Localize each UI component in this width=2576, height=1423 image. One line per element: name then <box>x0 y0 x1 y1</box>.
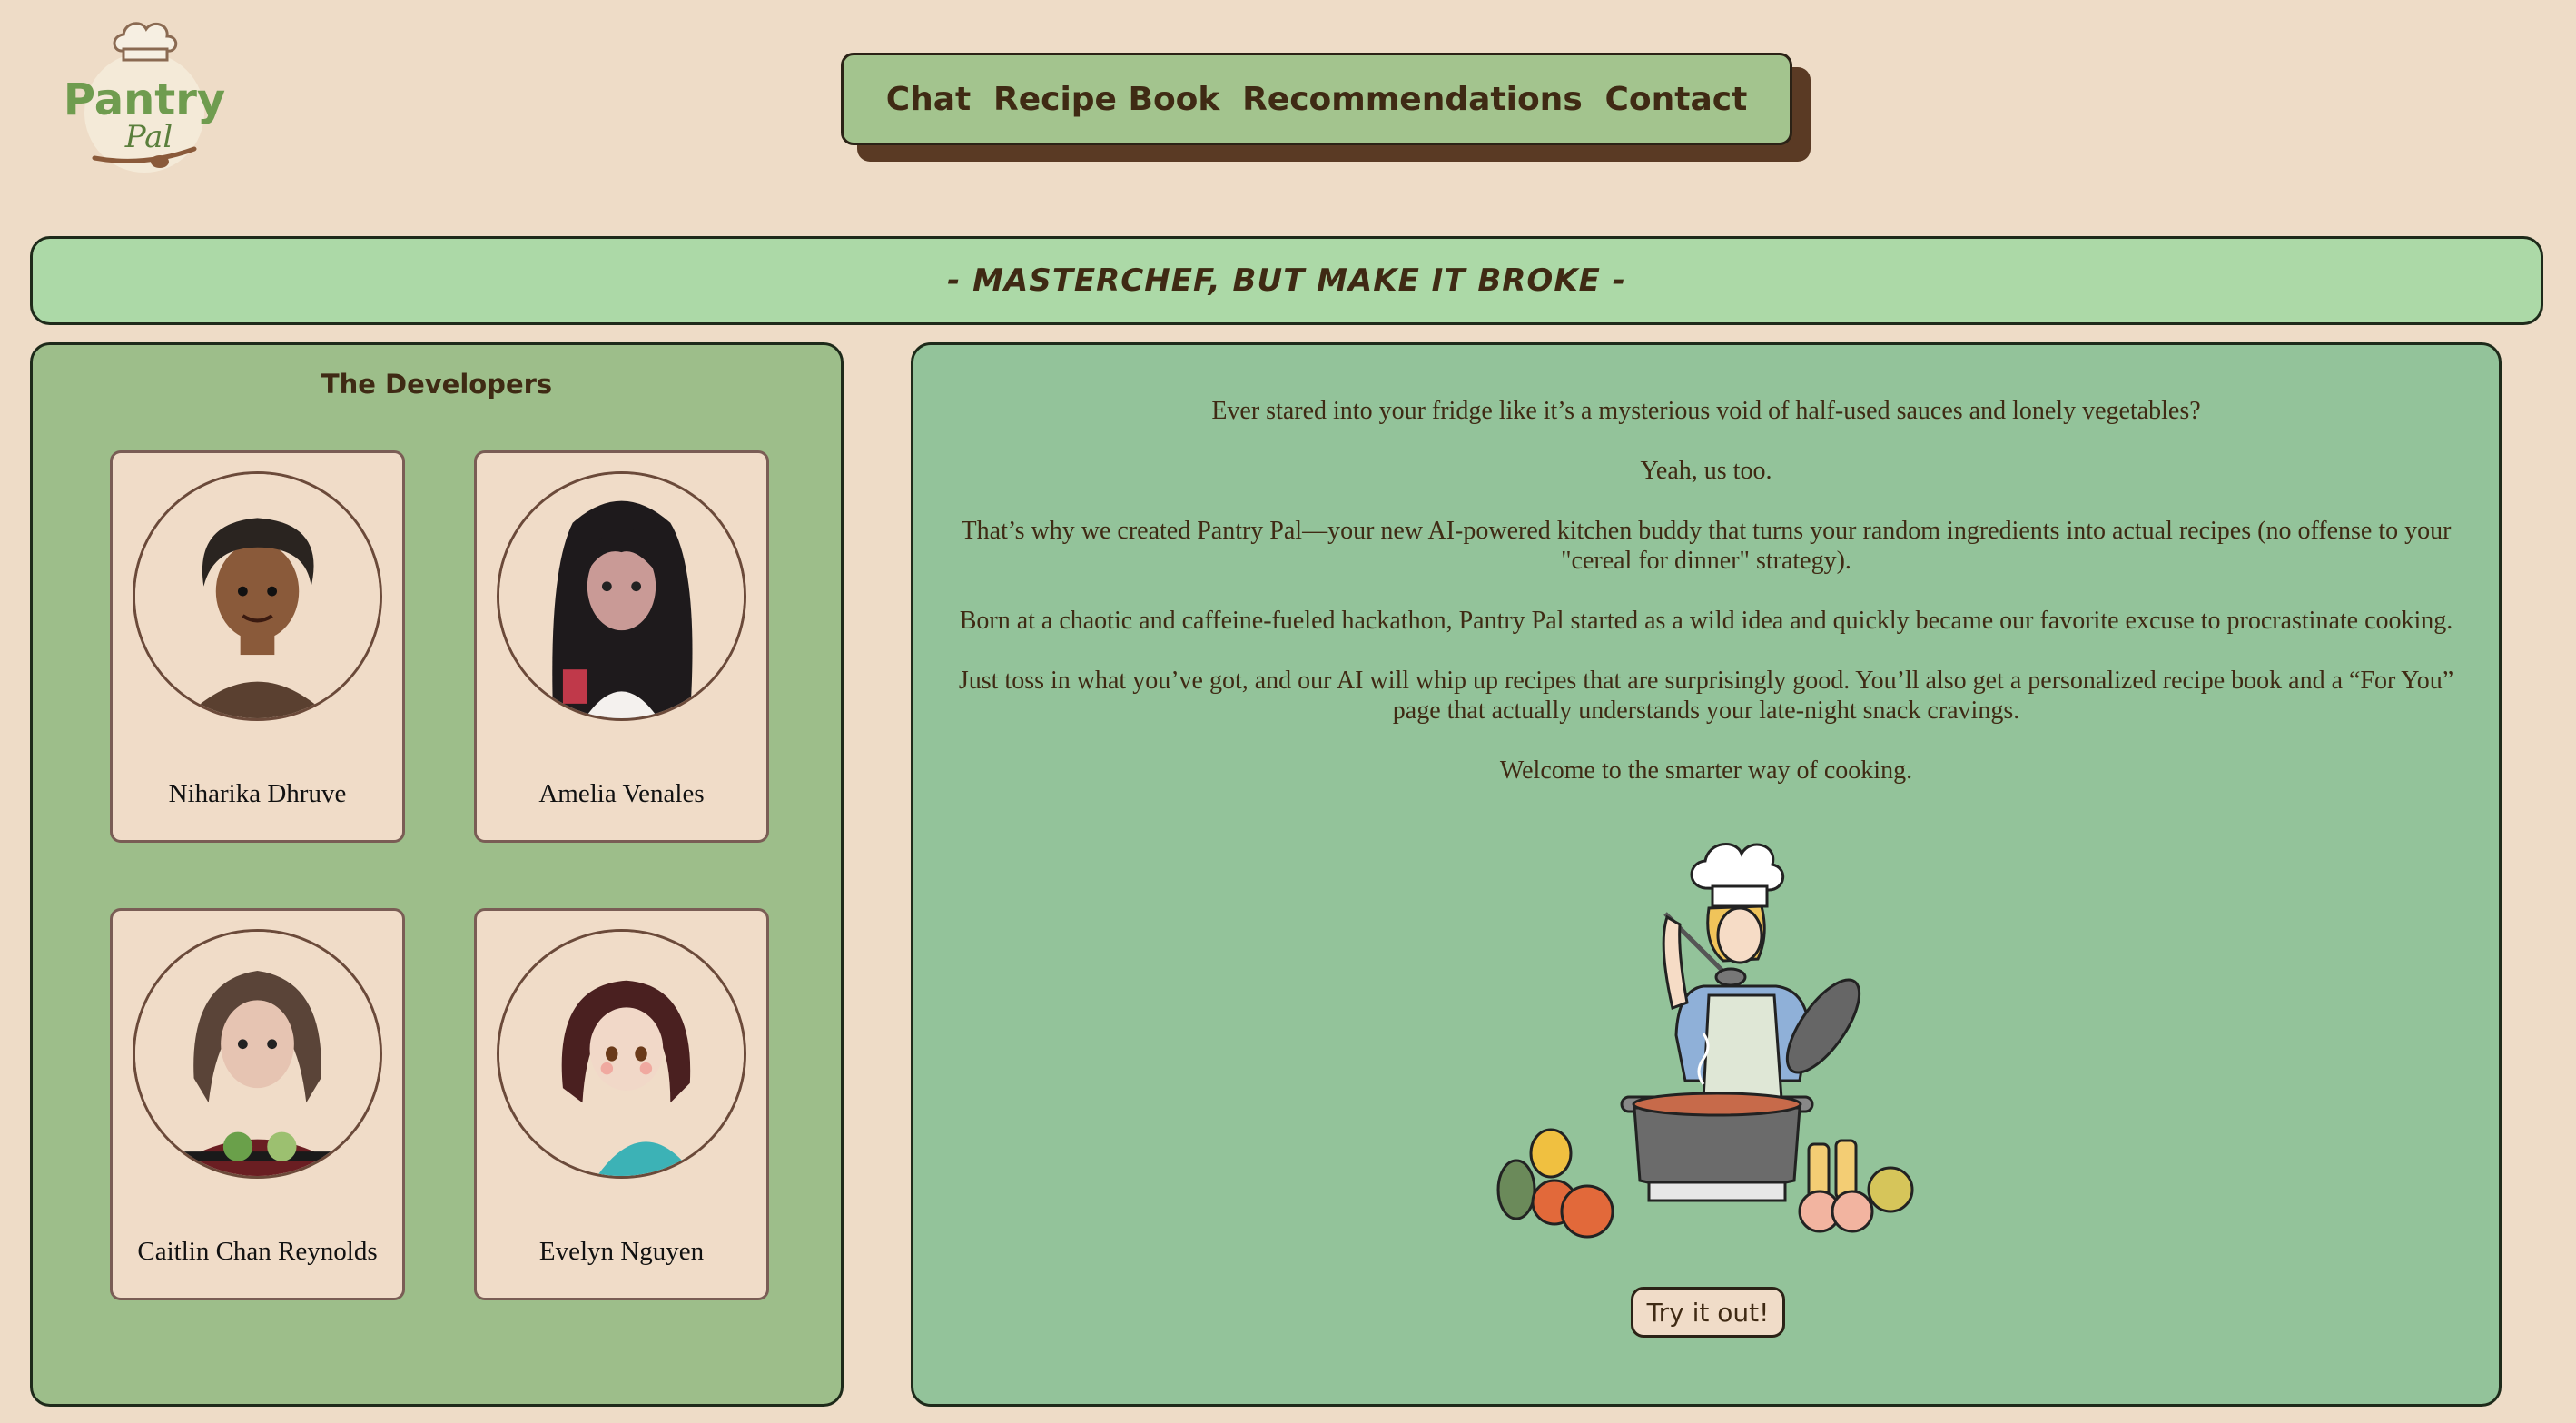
pantry-pal-logo[interactable]: Pantry Pal <box>58 13 231 176</box>
developer-name: Caitlin Chan Reynolds <box>137 1236 378 1266</box>
about-paragraph: That’s why we created Pantry Pal—your ne… <box>961 517 2452 575</box>
about-paragraph: Yeah, us too. <box>1640 457 1772 485</box>
developers-panel: The Developers Niharika Dhruve Amelia Ve… <box>30 342 844 1407</box>
try-it-out-button[interactable]: Try it out! <box>1631 1287 1785 1338</box>
developer-avatar <box>133 929 382 1179</box>
about-paragraph: Born at a chaotic and caffeine-fueled ha… <box>959 607 2453 635</box>
developer-avatar <box>497 471 746 721</box>
nav-link-recommendations[interactable]: Recommendations <box>1242 81 1583 118</box>
logo-text-pantry: Pantry <box>64 74 225 125</box>
tagline-banner: - MASTERCHEF, BUT MAKE IT BROKE - <box>30 236 2543 325</box>
developer-name: Amelia Venales <box>538 778 705 808</box>
developer-card-niharika: Niharika Dhruve <box>110 450 405 843</box>
nav-link-recipe-book[interactable]: Recipe Book <box>993 81 1219 118</box>
logo-text-pal: Pal <box>124 119 173 155</box>
developer-name: Evelyn Nguyen <box>538 1236 705 1266</box>
developers-title: The Developers <box>321 369 553 400</box>
nav-link-contact[interactable]: Contact <box>1604 81 1747 118</box>
developer-card-amelia: Amelia Venales <box>474 450 769 843</box>
about-paragraph: Welcome to the smarter way of cooking. <box>1499 756 1913 785</box>
developer-card-evelyn: Evelyn Nguyen <box>474 908 769 1300</box>
about-paragraph: Just toss in what you’ve got, and our AI… <box>958 667 2454 725</box>
tagline-text: - MASTERCHEF, BUT MAKE IT BROKE - <box>947 262 1626 299</box>
nav-link-chat[interactable]: Chat <box>886 81 972 118</box>
main-nav: Chat Recipe Book Recommendations Contact <box>841 53 1792 145</box>
developer-name: Niharika Dhruve <box>168 778 347 808</box>
chef-cooking-illustration <box>1485 808 1939 1253</box>
developer-avatar <box>133 471 382 721</box>
about-panel: Ever stared into your fridge like it’s a… <box>911 342 2502 1407</box>
about-paragraph: Ever stared into your fridge like it’s a… <box>1211 397 2201 425</box>
developer-avatar <box>497 929 746 1179</box>
about-text: Ever stared into your fridge like it’s a… <box>932 396 2481 815</box>
developer-card-caitlin: Caitlin Chan Reynolds <box>110 908 405 1300</box>
